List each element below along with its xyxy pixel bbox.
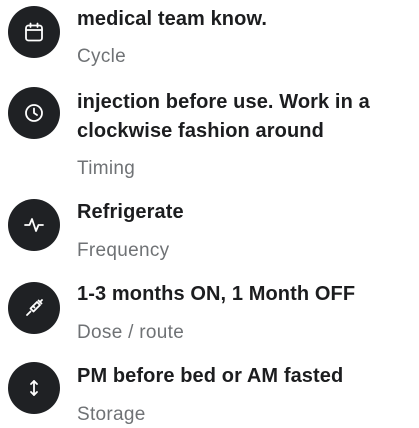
item-subtitle: Storage xyxy=(77,404,146,425)
list-item-storage: PM before bed or AM fasted Storage xyxy=(0,352,419,428)
item-subtitle: Frequency xyxy=(77,240,170,261)
item-title: PM before bed or AM fasted xyxy=(77,365,344,387)
calendar-icon xyxy=(8,6,60,58)
list-item-timing: injection before use. Work in a clockwis… xyxy=(0,80,419,188)
syringe-icon xyxy=(8,282,60,334)
item-title: Refrigerate xyxy=(77,201,184,223)
item-title: injection before use. Work in a clockwis… xyxy=(77,91,370,142)
item-subtitle: Timing xyxy=(77,158,136,179)
item-subtitle: Cycle xyxy=(77,46,127,67)
pulse-icon xyxy=(8,199,60,251)
item-title: medical team know. xyxy=(77,8,268,30)
vertical-arrows-icon xyxy=(8,362,60,414)
list-item-dose-route: 1-3 months ON, 1 Month OFF Dose / route xyxy=(0,270,419,352)
list-item-frequency: Refrigerate Frequency xyxy=(0,188,419,270)
info-list: medical team know. Cycle injection befor… xyxy=(0,0,419,428)
item-title: 1-3 months ON, 1 Month OFF xyxy=(77,283,356,305)
item-subtitle: Dose / route xyxy=(77,322,185,343)
list-item-cycle: medical team know. Cycle xyxy=(0,0,419,80)
clock-icon xyxy=(8,87,60,139)
